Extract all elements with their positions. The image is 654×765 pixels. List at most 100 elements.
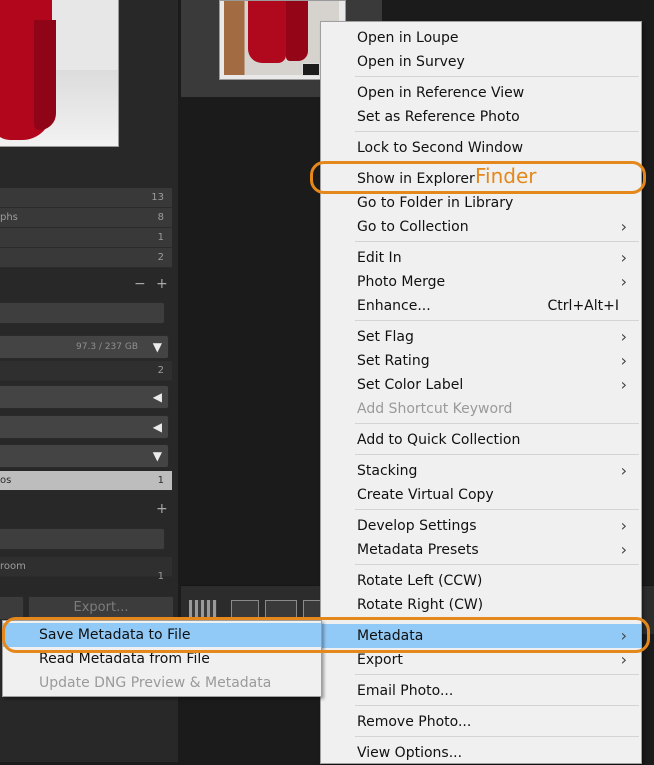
collection-sub-row-count: 1	[157, 571, 164, 582]
menu-item-label: Set Flag	[357, 329, 414, 345]
menu-item-go-to-collection[interactable]: Go to Collection ›	[321, 215, 641, 239]
collection-row-label: phs	[0, 212, 18, 223]
submenu-arrow-icon: ›	[620, 516, 627, 535]
menu-item-open-in-loupe[interactable]: Open in Loupe	[321, 26, 641, 50]
menu-item-email-photo[interactable]: Email Photo...	[321, 679, 641, 703]
grid-view-icon[interactable]	[189, 600, 217, 618]
menu-item-label: Set as Reference Photo	[357, 109, 520, 125]
menu-separator	[355, 705, 639, 706]
menu-item-add-shortcut-keyword: Add Shortcut Keyword	[321, 397, 641, 421]
collection-sub-row-label: room	[0, 561, 26, 572]
thumbnail-dress-fold	[286, 1, 308, 61]
menu-item-label: Update DNG Preview & Metadata	[39, 675, 272, 691]
menu-item-label: Edit In	[357, 250, 402, 266]
collection-row-count: 2	[157, 252, 164, 263]
collection-row[interactable]: 13	[0, 188, 172, 208]
menu-item-label: Open in Loupe	[357, 30, 459, 46]
menu-item-develop-settings[interactable]: Develop Settings ›	[321, 514, 641, 538]
folder-dropdown[interactable]: ◀	[0, 385, 169, 409]
menu-item-create-virtual-copy[interactable]: Create Virtual Copy	[321, 483, 641, 507]
folder-filter-field[interactable]	[0, 302, 165, 324]
menu-item-label: Go to Collection	[357, 219, 469, 235]
thumbnail-dress-fold	[34, 20, 56, 130]
menu-item-view-options[interactable]: View Options...	[321, 741, 641, 765]
menu-item-add-to-quick-collection[interactable]: Add to Quick Collection	[321, 428, 641, 452]
menu-separator	[355, 241, 639, 242]
collection-row-count: 8	[157, 212, 164, 223]
collections-add-icon[interactable]: +	[156, 499, 168, 519]
submenu-arrow-icon: ›	[620, 327, 627, 346]
menu-item-label: Lock to Second Window	[357, 140, 524, 156]
menu-item-set-flag[interactable]: Set Flag ›	[321, 325, 641, 349]
menu-item-label: Metadata Presets	[357, 542, 479, 558]
folders-remove-icon[interactable]: −	[134, 274, 146, 294]
collection-row[interactable]: phs 8	[0, 208, 172, 228]
menu-item-go-to-folder-in-library[interactable]: Go to Folder in Library	[321, 191, 641, 215]
menu-separator	[355, 674, 639, 675]
menu-item-remove-photo[interactable]: Remove Photo...	[321, 710, 641, 734]
collection-sub-row[interactable]: room 1	[0, 557, 172, 582]
volume-dropdown[interactable]: 97.3 / 237 GB ▼	[0, 335, 169, 359]
menu-item-label: Set Rating	[357, 353, 430, 369]
menu-item-metadata-presets[interactable]: Metadata Presets ›	[321, 538, 641, 562]
menu-item-label: Enhance...	[357, 298, 431, 314]
menu-item-label: Create Virtual Copy	[357, 487, 494, 503]
submenu-arrow-icon: ›	[620, 217, 627, 236]
submenu-arrow-icon: ›	[620, 351, 627, 370]
submenu-arrow-icon: ›	[620, 248, 627, 267]
menu-item-stacking[interactable]: Stacking ›	[321, 459, 641, 483]
folder-row-count: 2	[157, 365, 164, 376]
menu-item-label: Set Color Label	[357, 377, 464, 393]
expand-down-icon: ▼	[152, 340, 162, 354]
metadata-badge-icon	[302, 63, 320, 76]
selected-folder-count: 1	[157, 475, 164, 486]
menu-separator	[355, 131, 639, 132]
menu-item-label: Photo Merge	[357, 274, 446, 290]
folders-add-icon[interactable]: +	[156, 274, 168, 294]
menu-item-open-in-reference-view[interactable]: Open in Reference View	[321, 81, 641, 105]
menu-item-label: Rotate Left (CCW)	[357, 573, 483, 589]
menu-item-open-in-survey[interactable]: Open in Survey	[321, 50, 641, 74]
menu-item-set-rating[interactable]: Set Rating ›	[321, 349, 641, 373]
menu-item-label: Remove Photo...	[357, 714, 472, 730]
menu-item-shortcut: Ctrl+Alt+I	[547, 298, 619, 314]
menu-item-enhance[interactable]: Enhance... Ctrl+Alt+I	[321, 294, 641, 318]
menu-item-rotate-left[interactable]: Rotate Left (CCW)	[321, 569, 641, 593]
menu-item-update-dng-preview: Update DNG Preview & Metadata	[3, 671, 321, 695]
menu-item-label: Email Photo...	[357, 683, 454, 699]
menu-item-set-color-label[interactable]: Set Color Label ›	[321, 373, 641, 397]
menu-item-edit-in[interactable]: Edit In ›	[321, 246, 641, 270]
submenu-arrow-icon: ›	[620, 272, 627, 291]
collection-row[interactable]: 2	[0, 248, 172, 268]
menu-separator	[355, 76, 639, 77]
menu-item-rotate-right[interactable]: Rotate Right (CW)	[321, 593, 641, 617]
selected-folder-label: os	[0, 475, 12, 486]
submenu-arrow-icon: ›	[620, 375, 627, 394]
selected-folder-row[interactable]: os 1	[0, 471, 172, 491]
menu-item-label: View Options...	[357, 745, 463, 761]
collection-row[interactable]: 1	[0, 228, 172, 248]
folder-dropdown[interactable]: ▼	[0, 444, 169, 468]
menu-item-label: Open in Survey	[357, 54, 465, 70]
collapse-left-icon: ◀	[152, 390, 162, 404]
menu-item-lock-to-second-window[interactable]: Lock to Second Window	[321, 136, 641, 160]
collection-row-count: 1	[157, 232, 164, 243]
metadata-highlight-ring	[2, 617, 650, 653]
menu-item-label: Stacking	[357, 463, 418, 479]
menu-item-photo-merge[interactable]: Photo Merge ›	[321, 270, 641, 294]
menu-item-set-as-reference-photo[interactable]: Set as Reference Photo	[321, 105, 641, 129]
expand-down-icon: ▼	[152, 449, 162, 463]
submenu-arrow-icon: ›	[620, 461, 627, 480]
menu-separator	[355, 454, 639, 455]
collapse-left-icon: ◀	[152, 420, 162, 434]
folder-dropdown[interactable]: ◀	[0, 415, 169, 439]
menu-item-label: Open in Reference View	[357, 85, 525, 101]
photo-thumbnail-left[interactable]	[0, 0, 119, 147]
menu-separator	[355, 509, 639, 510]
menu-item-label: Add to Quick Collection	[357, 432, 521, 448]
folder-row[interactable]: 2	[0, 361, 172, 381]
collection-filter-field[interactable]	[0, 528, 165, 550]
finder-annotation-label: Finder	[475, 164, 537, 188]
grid-area	[181, 97, 321, 597]
menu-item-label: Rotate Right (CW)	[357, 597, 484, 613]
